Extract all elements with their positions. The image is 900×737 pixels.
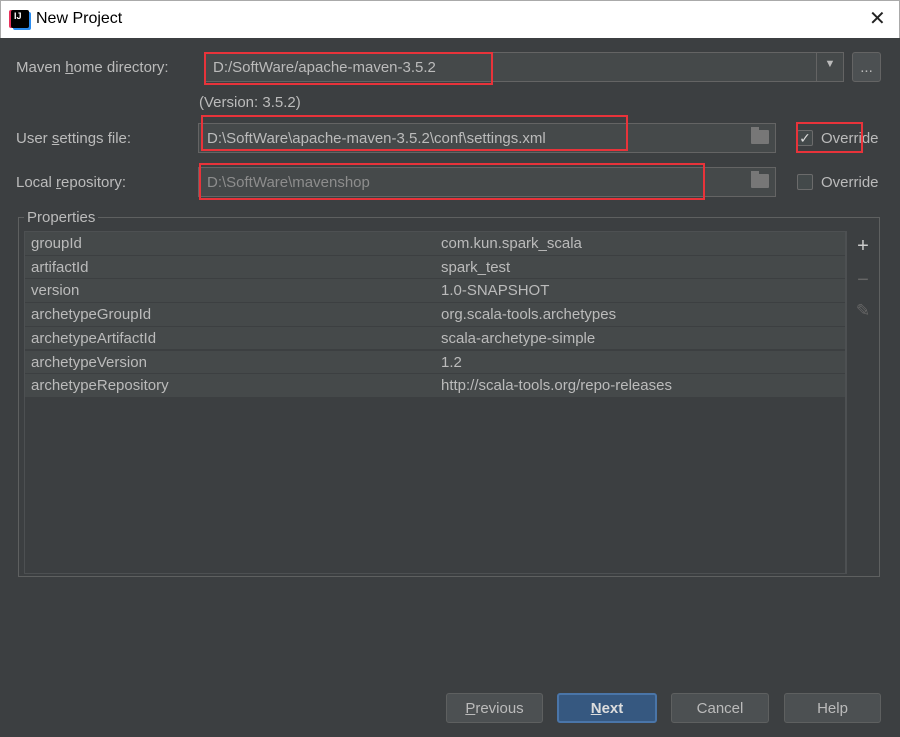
table-row[interactable]: groupId com.kun.spark_scala (25, 232, 845, 256)
table-row[interactable]: archetypeVersion 1.2 (25, 350, 845, 375)
close-icon[interactable]: ✕ (869, 6, 886, 31)
chevron-down-icon[interactable]: ▼ (816, 53, 843, 81)
property-value[interactable]: org.scala-tools.archetypes (441, 306, 616, 323)
property-key: groupId (31, 235, 82, 252)
property-key: archetypeRepository (31, 377, 169, 395)
local-repo-value: D:\SoftWare\mavenshop (207, 174, 370, 191)
table-row[interactable]: archetypeArtifactId scala-archetype-simpl… (25, 326, 845, 351)
table-row[interactable]: archetypeRepository http://scala-tools.or… (25, 374, 845, 398)
local-repo-override-checkbox[interactable] (797, 174, 813, 190)
help-button[interactable]: Help (784, 693, 881, 723)
user-settings-override-checkbox[interactable]: ✓ (797, 130, 813, 146)
property-value[interactable]: scala-archetype-simple (441, 330, 595, 347)
cancel-button[interactable]: Cancel (671, 693, 769, 723)
add-icon[interactable]: + (854, 235, 872, 258)
properties-title: Properties (24, 209, 99, 226)
property-key: version (31, 282, 80, 300)
property-value[interactable]: http://scala-tools.org/repo-releases (441, 377, 672, 394)
table-row[interactable]: archetypeGroupId org.scala-tools.archetyp… (25, 303, 845, 327)
maven-version: (Version: 3.5.2) (199, 94, 301, 111)
property-key: artifactId (31, 258, 89, 276)
table-row[interactable]: version 1.0-SNAPSHOT (25, 279, 845, 304)
property-key: archetypeGroupId (31, 306, 152, 324)
intellij-app-icon: IJ (11, 10, 29, 28)
window-title: New Project (36, 10, 123, 27)
title-bar: IJ New Project ✕ (0, 0, 900, 38)
maven-home-value: D:/SoftWare/apache-maven-3.5.2 (213, 59, 436, 76)
next-button[interactable]: Next (557, 693, 657, 723)
local-repo-field[interactable]: D:\SoftWare\mavenshop (198, 167, 776, 197)
property-value[interactable]: 1.2 (441, 354, 462, 371)
properties-table[interactable]: groupId com.kun.spark_scala artifactId spar… (24, 231, 846, 574)
property-key: archetypeVersion (31, 353, 147, 371)
table-row[interactable]: artifactId spark_test (25, 255, 845, 280)
previous-button[interactable]: Previous (446, 693, 543, 723)
local-repo-override-label: Override (821, 174, 879, 191)
maven-home-combobox[interactable]: D:/SoftWare/apache-maven-3.5.2 ▼ (204, 52, 844, 82)
user-settings-field[interactable]: D:\SoftWare\apache-maven-3.5.2\conf\sett… (198, 123, 776, 153)
properties-toolbar: + − ✎ (846, 231, 879, 574)
property-value[interactable]: com.kun.spark_scala (441, 235, 582, 252)
property-value[interactable]: 1.0-SNAPSHOT (441, 282, 549, 299)
folder-icon[interactable] (751, 171, 769, 188)
user-settings-override-label: Override (821, 130, 879, 147)
browse-button[interactable]: ... (852, 52, 881, 82)
maven-home-label: Maven home directory: (16, 59, 169, 76)
edit-icon[interactable]: ✎ (854, 301, 872, 321)
property-key: archetypeArtifactId (31, 329, 157, 347)
folder-icon[interactable] (751, 127, 769, 144)
user-settings-label: User settings file: (16, 130, 132, 147)
remove-icon[interactable]: − (854, 269, 872, 292)
property-value[interactable]: spark_test (441, 259, 510, 276)
user-settings-value: D:\SoftWare\apache-maven-3.5.2\conf\sett… (207, 130, 546, 147)
local-repo-label: Local repository: (16, 174, 127, 191)
